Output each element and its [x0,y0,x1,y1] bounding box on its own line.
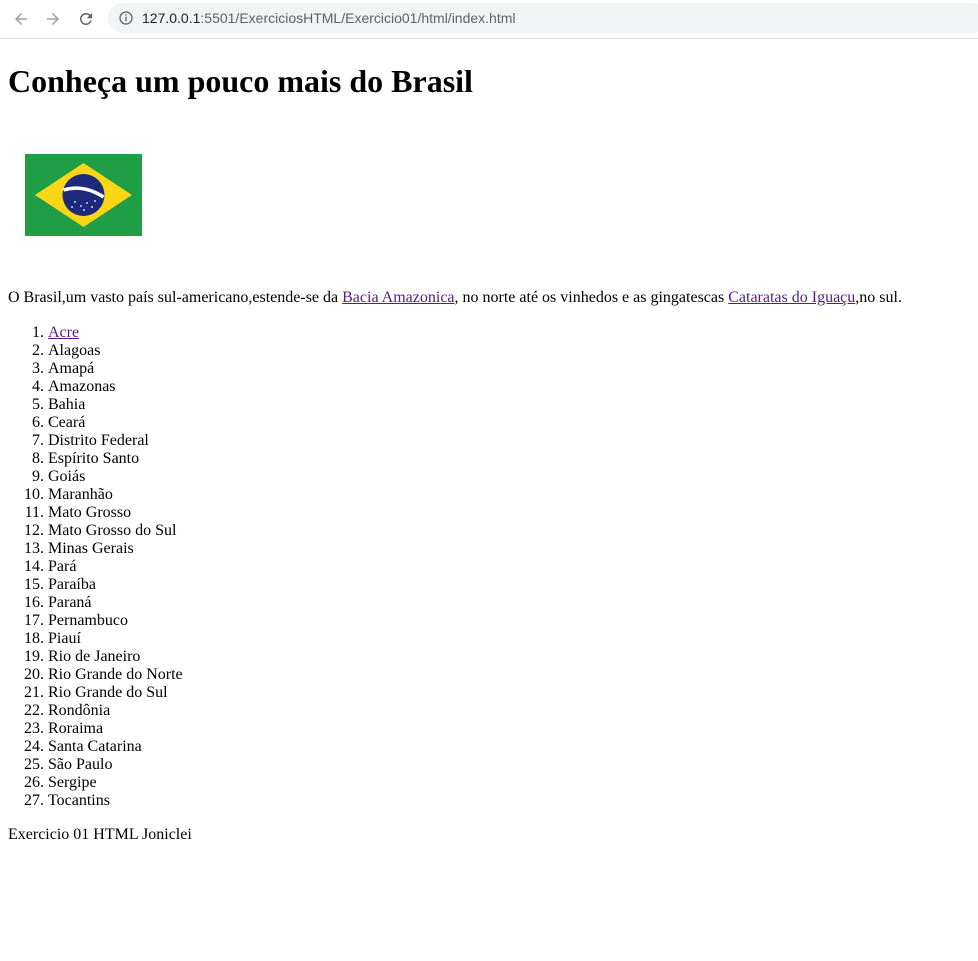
list-item: Goiás [48,468,183,486]
back-arrow-icon[interactable] [8,6,34,32]
list-item: Paraíba [48,576,183,594]
list-item: Rio Grande do Norte [48,666,183,684]
address-bar[interactable]: 127.0.0.1:5501/ExerciciosHTML/Exercicio0… [108,3,978,33]
list-item: São Paulo [48,756,183,774]
url-text: 127.0.0.1:5501/ExerciciosHTML/Exercicio0… [142,3,516,33]
list-item: Pará [48,558,183,576]
list-item: Rio de Janeiro [48,648,183,666]
intro-text-3: ,no sul. [855,289,902,306]
states-list: AcreAlagoasAmapáAmazonasBahiaCearáDistri… [8,324,183,810]
list-item: Paraná [48,594,183,612]
list-item: Bahia [48,396,183,414]
brazil-flag-image [25,154,142,236]
list-item: Alagoas [48,342,183,360]
forward-arrow-icon[interactable] [40,6,66,32]
list-item: Ceará [48,414,183,432]
list-item: Amapá [48,360,183,378]
list-item: Rio Grande do Sul [48,684,183,702]
list-item: Rondônia [48,702,183,720]
page-title: Conheça um pouco mais do Brasil [8,63,473,99]
list-item: Piauí [48,630,183,648]
list-item: Minas Gerais [48,540,183,558]
list-item: Tocantins [48,792,183,810]
intro-paragraph: O Brasil,um vasto país sul-americano,est… [8,289,902,307]
list-item: Sergipe [48,774,183,792]
list-item: Distrito Federal [48,432,183,450]
footer-text: Exercicio 01 HTML Joniclei [8,826,192,843]
list-item: Mato Grosso do Sul [48,522,183,540]
list-item: Acre [48,324,183,342]
list-item: Maranhão [48,486,183,504]
list-item: Amazonas [48,378,183,396]
intro-text-1: O Brasil,um vasto país sul-americano,est… [8,289,343,306]
link-bacia-amazonica[interactable]: Bacia Amazonica [342,289,454,306]
intro-text-2: , no norte até os vinhedos e as gingates… [454,289,729,306]
info-icon[interactable] [118,10,134,26]
url-path: :5501/ExerciciosHTML/Exercicio01/html/in… [200,10,516,26]
list-item: Roraima [48,720,183,738]
state-link[interactable]: Acre [48,324,79,341]
list-item: Pernambuco [48,612,183,630]
link-cataratas-do-iguacu[interactable]: Cataratas do Iguaçu [728,289,855,306]
reload-icon[interactable] [73,6,99,32]
url-host: 127.0.0.1 [142,10,201,26]
list-item: Mato Grosso [48,504,183,522]
list-item: Santa Catarina [48,738,183,756]
browser-toolbar: 127.0.0.1:5501/ExerciciosHTML/Exercicio0… [0,0,978,39]
list-item: Espírito Santo [48,450,183,468]
